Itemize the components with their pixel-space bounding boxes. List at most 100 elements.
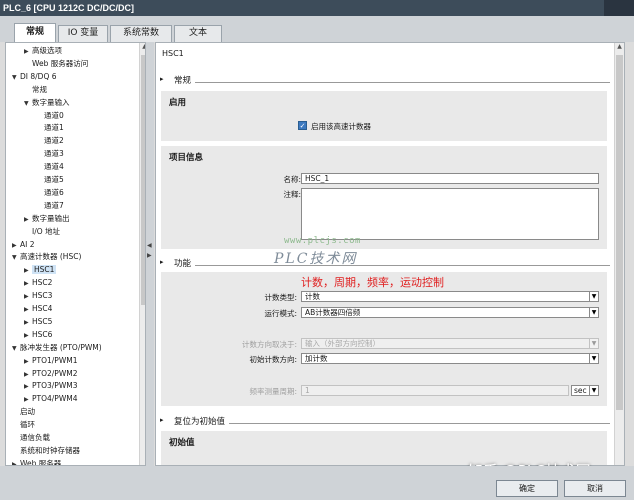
tree-item[interactable]: 通道4 — [6, 160, 64, 173]
tree-item-label: 启动 — [20, 407, 35, 417]
tree-item[interactable]: 通道7 — [6, 199, 64, 212]
tree-item[interactable]: 通道6 — [6, 186, 64, 199]
cancel-button[interactable]: 取消 — [564, 480, 626, 497]
scroll-up-icon[interactable]: ▲ — [615, 43, 624, 53]
tree-item-label: 高速计数器 (HSC) — [20, 252, 82, 262]
tree-item[interactable]: 启动 — [6, 405, 35, 418]
count-type-label: 计数类型: — [264, 293, 297, 302]
ok-button[interactable]: 确定 — [496, 480, 558, 497]
initial-direction-value: 加计数 — [305, 354, 328, 363]
initial-value-title: 初始值 — [169, 438, 195, 448]
operating-mode-label: 运行模式: — [264, 309, 297, 318]
tree-item[interactable]: 通道1 — [6, 121, 64, 134]
tree-item[interactable]: ▶ 数字量输出 — [6, 212, 70, 225]
tab-general[interactable]: 常规 — [14, 23, 56, 42]
tree-item-label: 通道1 — [44, 123, 64, 133]
chevron-down-icon[interactable]: ▼ — [589, 354, 598, 363]
tree-item[interactable]: 通道2 — [6, 134, 64, 147]
tree-item[interactable]: 通信负载 — [6, 431, 50, 444]
tab-text[interactable]: 文本 — [174, 25, 222, 42]
expand-right-icon[interactable]: ▶ — [147, 252, 152, 259]
properties-pane: HSC1 ▸ 常规 启用 ✓ 启用该高速计数器 项目信息 名称: HSC_1 注… — [155, 42, 625, 466]
tree-item[interactable]: ▶ 高级选项 — [6, 44, 62, 57]
tree-item-label: 脉冲发生器 (PTO/PWM) — [20, 342, 102, 352]
tree-item[interactable]: Web 服务器访问 — [6, 57, 88, 70]
section-divider — [174, 82, 610, 83]
comment-textarea[interactable] — [301, 188, 599, 240]
tree-item[interactable]: ▶ HSC5 — [6, 315, 52, 328]
initial-direction-dropdown[interactable]: 加计数 ▼ — [301, 353, 599, 364]
window-title: PLC_6 [CPU 1212C DC/DC/DC] — [3, 3, 135, 13]
tree-item[interactable]: ▼ 高速计数器 (HSC) — [6, 250, 81, 263]
tree-item[interactable]: 系统和时钟存储器 — [6, 444, 80, 457]
tree-item[interactable]: 通道0 — [6, 109, 64, 122]
direction-source-value: 输入（外部方向控制） — [305, 339, 380, 348]
tab-io-tags[interactable]: IO 变量 — [58, 25, 108, 42]
tree-item[interactable]: ▶ HSC1 — [6, 263, 57, 276]
dialog-footer: 确定 取消 — [0, 466, 634, 500]
tree-item-label: Web 服务器 — [20, 458, 62, 466]
tree-item[interactable]: ▶ HSC6 — [6, 328, 52, 341]
tree-item-label: 通道5 — [44, 175, 64, 184]
tree-item-label: 通道0 — [44, 110, 64, 120]
properties-scrollbar[interactable]: ▲ — [614, 43, 624, 465]
enable-panel: 启用 ✓ 启用该高速计数器 — [161, 91, 607, 141]
section-function-header[interactable]: ▸ 功能 — [160, 257, 610, 271]
freq-period-unit-dropdown[interactable]: sec ▼ — [571, 385, 599, 396]
tree-item[interactable]: 常规 — [6, 83, 47, 96]
enable-hsc-label: 启用该高速计数器 — [311, 122, 371, 131]
operating-mode-dropdown[interactable]: AB计数器四倍频 ▼ — [301, 307, 599, 318]
chevron-down-icon[interactable]: ▼ — [589, 308, 598, 317]
section-divider — [174, 423, 610, 424]
project-info-title: 项目信息 — [169, 153, 204, 163]
tree-item[interactable]: ▶ PTO1/PWM1 — [6, 354, 78, 367]
tree-item[interactable]: ▶ HSC2 — [6, 276, 52, 289]
operating-mode-value: AB计数器四倍频 — [305, 308, 361, 317]
pane-splitter[interactable]: ◀ ▶ — [146, 42, 154, 466]
tree-item[interactable]: ▼ 数字量输入 — [6, 96, 70, 109]
tree-item[interactable]: ▶ Web 服务器 — [6, 457, 62, 466]
watermark-url: www.plcjs.com — [284, 236, 361, 246]
section-reset-title: 复位为初始值 — [174, 415, 230, 427]
count-type-dropdown[interactable]: 计数 ▼ — [301, 291, 599, 302]
enable-hsc-checkbox[interactable]: ✓ — [298, 121, 307, 130]
tree-item[interactable]: I/O 地址 — [6, 225, 60, 238]
expand-right-icon[interactable]: ▶ — [12, 458, 20, 465]
direction-source-dropdown: 输入（外部方向控制） ▼ — [301, 338, 599, 349]
tree-item[interactable]: ▶ PTO4/PWM4 — [6, 392, 78, 405]
tree-item[interactable]: ▶ PTO3/PWM3 — [6, 379, 78, 392]
tree-item[interactable]: ▶ HSC4 — [6, 302, 52, 315]
tree-item[interactable]: ▶ AI 2 — [6, 238, 35, 251]
tree-item[interactable]: ▼ 脉冲发生器 (PTO/PWM) — [6, 341, 102, 354]
page-title: HSC1 — [162, 49, 184, 58]
tree-item-label: 高级选项 — [32, 46, 62, 55]
section-general-header[interactable]: ▸ 常规 — [160, 74, 610, 88]
tree-item-label: 系统和时钟存储器 — [20, 445, 80, 455]
tree-item-label: AI 2 — [20, 239, 35, 249]
tab-system-constants[interactable]: 系统常数 — [110, 25, 172, 42]
tree-item[interactable]: ▶ PTO2/PWM2 — [6, 367, 78, 380]
tree-item[interactable]: 通道5 — [6, 173, 64, 186]
tree-item[interactable]: 循环 — [6, 418, 35, 431]
tree-item-label: PTO2/PWM2 — [32, 368, 78, 378]
section-divider — [174, 265, 610, 266]
tree-item-label: 数字量输出 — [32, 213, 70, 223]
window-control-area[interactable] — [604, 0, 634, 16]
tree-item-label: HSC4 — [32, 304, 53, 313]
tab-bar: 常规 IO 变量 系统常数 文本 — [0, 16, 634, 42]
chevron-down-icon: ▼ — [589, 339, 598, 348]
tree-item-label: PTO1/PWM1 — [32, 355, 78, 365]
freq-period-unit: sec — [574, 386, 587, 395]
tree-scrollbar[interactable]: ▲ — [139, 43, 145, 465]
tree-item[interactable]: 通道3 — [6, 147, 64, 160]
collapse-left-icon[interactable]: ◀ — [147, 242, 152, 249]
tree-item[interactable]: ▼ DI 8/DQ 6 — [6, 70, 57, 83]
properties-scroll-thumb[interactable] — [616, 55, 623, 410]
section-reset-header[interactable]: ▸ 复位为初始值 — [160, 415, 610, 429]
tree-item-label: HSC6 — [32, 329, 53, 339]
chevron-down-icon[interactable]: ▼ — [589, 386, 598, 395]
tree-item-label: 通道6 — [44, 187, 64, 197]
chevron-down-icon[interactable]: ▼ — [589, 292, 598, 301]
name-field[interactable]: HSC_1 — [301, 173, 599, 184]
tree-item[interactable]: ▶ HSC3 — [6, 289, 52, 302]
